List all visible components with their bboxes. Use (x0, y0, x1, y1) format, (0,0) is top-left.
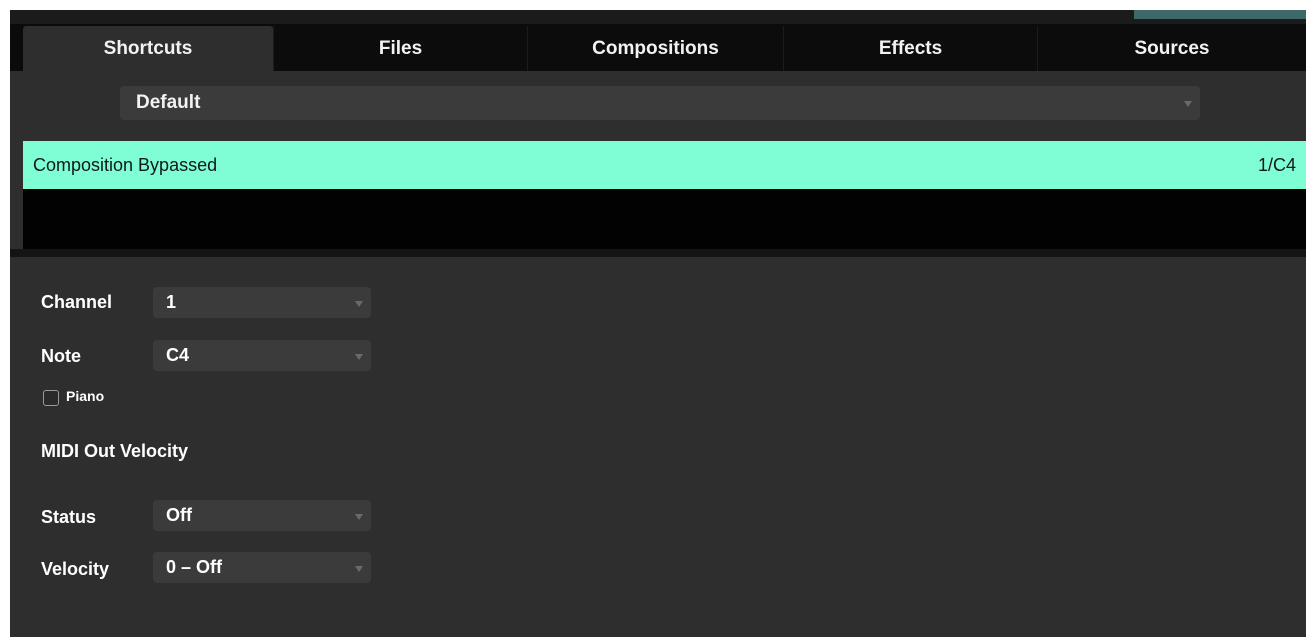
midi-out-velocity-heading: MIDI Out Velocity (41, 441, 189, 461)
tab-effects[interactable]: Effects (783, 26, 1037, 71)
status-dropdown[interactable]: Off (153, 500, 371, 531)
note-dropdown[interactable]: C4 (153, 340, 371, 371)
panel-divider[interactable] (10, 249, 1306, 257)
shortcut-list-empty-area (23, 189, 1306, 249)
shortcut-binding: 1/C4 (1257, 154, 1296, 175)
channel-label: Channel (41, 292, 113, 312)
chevron-down-icon (355, 353, 363, 360)
tab-compositions[interactable]: Compositions (527, 26, 783, 71)
channel-value: 1 (166, 292, 177, 312)
chevron-down-icon (1184, 101, 1192, 107)
tab-files[interactable]: Files (273, 26, 527, 71)
shortcut-row[interactable]: Composition Bypassed 1/C4 (23, 141, 1306, 189)
list-left-gutter (10, 141, 23, 249)
chevron-down-icon (355, 513, 363, 520)
tab-sources[interactable]: Sources (1037, 26, 1306, 71)
channel-dropdown[interactable]: 1 (153, 287, 371, 318)
preset-dropdown[interactable]: Default (120, 86, 1200, 120)
top-accent-bar (1134, 10, 1306, 19)
chevron-down-icon (355, 565, 363, 572)
note-value: C4 (166, 345, 190, 365)
piano-label[interactable]: Piano (66, 388, 104, 404)
shortcut-name: Composition Bypassed (33, 154, 218, 175)
shortcuts-panel: Shortcuts Files Compositions Effects Sou… (10, 10, 1306, 637)
velocity-label: Velocity (41, 559, 110, 579)
preset-dropdown-value: Default (136, 92, 201, 113)
velocity-dropdown[interactable]: 0 – Off (153, 552, 371, 583)
velocity-value: 0 – Off (166, 557, 223, 577)
shortcut-editor: Channel 1 Note C4 Piano MIDI Out Velocit… (10, 257, 1306, 637)
tab-bar: Shortcuts Files Compositions Effects Sou… (10, 24, 1306, 71)
piano-checkbox[interactable] (43, 390, 59, 406)
chevron-down-icon (355, 300, 363, 307)
preset-bar: Default (10, 71, 1306, 141)
note-label: Note (41, 346, 81, 366)
status-label: Status (41, 507, 97, 527)
tab-shortcuts[interactable]: Shortcuts (23, 26, 273, 71)
status-value: Off (166, 505, 192, 525)
